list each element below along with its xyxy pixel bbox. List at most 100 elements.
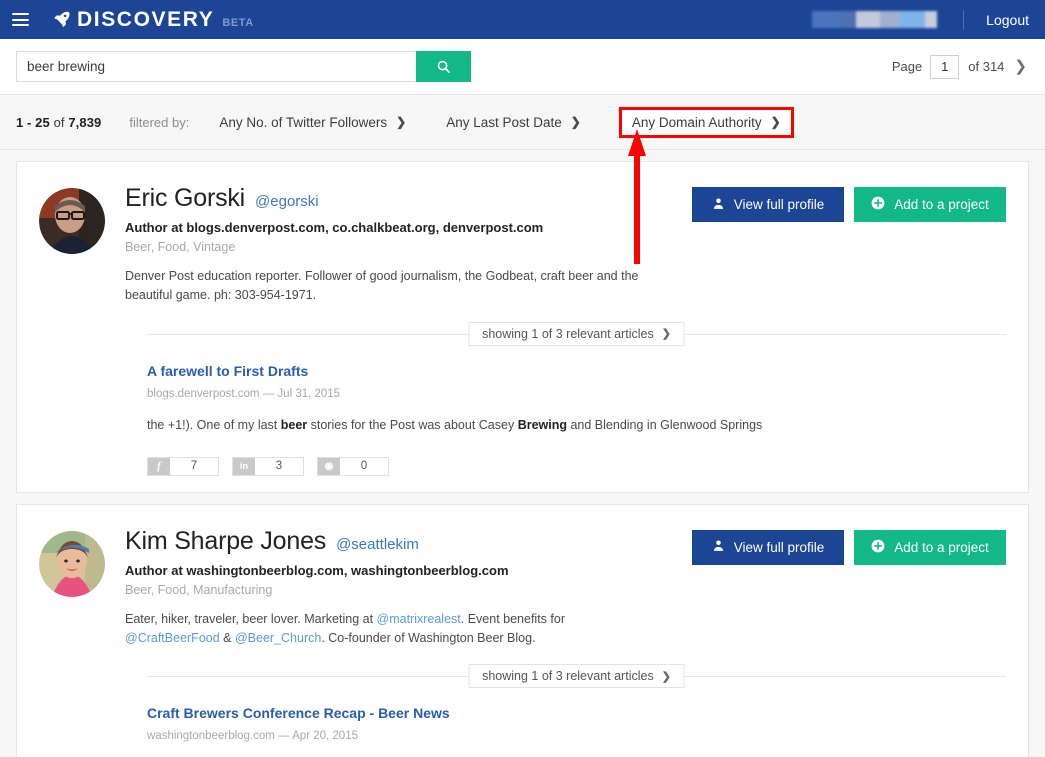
add-to-project-button[interactable]: Add to a project <box>854 529 1006 565</box>
article-source: washingtonbeerblog.com <box>147 730 275 743</box>
plus-circle-icon <box>871 196 885 213</box>
bio-post: . Co-founder of Washington Beer Blog. <box>321 630 536 645</box>
search-input[interactable] <box>16 51 416 82</box>
brand-logo[interactable]: DISCOVERY BETA <box>53 8 254 32</box>
user-icon <box>712 197 725 213</box>
article-title[interactable]: Craft Brewers Conference Recap - Beer Ne… <box>147 705 450 721</box>
profile-header: Kim Sharpe Jones @seattlekim Author at w… <box>39 527 1006 649</box>
share-facebook: f 7 <box>147 456 219 476</box>
profile-actions: View full profile Add to a project <box>692 184 1006 306</box>
snippet-pre: the +1!). One of my last <box>147 417 281 432</box>
result-total: 7,839 <box>68 114 102 130</box>
showing-articles-badge[interactable]: showing 1 of 3 relevant articles ❯ <box>468 321 685 346</box>
profile-header: Eric Gorski @egorski Author at blogs.den… <box>39 184 1006 306</box>
snippet-mid: stories for the Post was about Casey <box>307 417 518 432</box>
snippet-keyword-2: Brewing <box>517 417 567 432</box>
article-date: Apr 20, 2015 <box>292 730 358 743</box>
article-source: blogs.denverpost.com <box>147 387 260 400</box>
profile-handle[interactable]: @seattlekim <box>336 536 419 553</box>
page-label: Page <box>891 59 923 74</box>
profile-handle[interactable]: @egorski <box>255 193 319 210</box>
search-button[interactable] <box>416 51 471 82</box>
logout-link[interactable]: Logout <box>986 12 1029 28</box>
article-item: Craft Brewers Conference Recap - Beer Ne… <box>147 677 1006 757</box>
filter-last-post-date[interactable]: Any Last Post Date ❯ <box>434 108 593 137</box>
avatar[interactable] <box>39 530 105 597</box>
filtered-by-label: filtered by: <box>129 114 190 130</box>
profile-bio: Eater, hiker, traveler, beer lover. Mark… <box>125 610 645 649</box>
view-full-profile-label: View full profile <box>733 539 825 555</box>
meta-dash: — <box>278 730 290 743</box>
articles-divider: showing 1 of 3 relevant articles ❯ <box>147 321 1006 346</box>
filter-twitter-followers-label: Any No. of Twitter Followers <box>219 114 388 130</box>
article-meta: washingtonbeerblog.com — Apr 20, 2015 <box>147 730 1006 742</box>
articles-divider: showing 1 of 3 relevant articles ❯ <box>147 664 1006 689</box>
article-item: A farewell to First Drafts blogs.denverp… <box>147 335 1006 435</box>
result-card: Kim Sharpe Jones @seattlekim Author at w… <box>16 503 1029 757</box>
bio-mention-beerchurch[interactable]: @Beer_Church <box>235 631 321 645</box>
article-date: Jul 31, 2015 <box>277 387 341 400</box>
results-list: Eric Gorski @egorski Author at blogs.den… <box>0 150 1045 757</box>
top-navbar: DISCOVERY BETA Logout <box>0 0 1045 39</box>
chevron-right-icon: ❯ <box>661 670 671 683</box>
article-title[interactable]: A farewell to First Drafts <box>147 363 308 379</box>
user-icon <box>712 539 725 555</box>
share-counts: f 7 in 3 ◉ 0 <box>147 456 1006 476</box>
facebook-icon: f <box>148 457 170 475</box>
bio-mention-craftbeerfood[interactable]: @CraftBeerFood <box>125 631 220 645</box>
profile-author-line: Author at blogs.denverpost.com, co.chalk… <box>125 220 544 235</box>
view-full-profile-button[interactable]: View full profile <box>692 187 844 222</box>
add-to-project-label: Add to a project <box>894 197 989 212</box>
result-card: Eric Gorski @egorski Author at blogs.den… <box>16 161 1029 493</box>
profile-name: Eric Gorski <box>125 184 246 212</box>
add-to-project-button[interactable]: Add to a project <box>854 187 1006 222</box>
filter-domain-authority[interactable]: Any Domain Authority ❯ <box>618 106 794 138</box>
avatar[interactable] <box>39 188 105 254</box>
profile-bio: Denver Post education reporter. Follower… <box>125 269 639 303</box>
googleplus-share-count: 0 <box>340 457 388 475</box>
profile-author-line: Author at washingtonbeerblog.com, washin… <box>125 562 509 578</box>
filter-last-post-date-label: Any Last Post Date <box>446 114 562 130</box>
brand-name: DISCOVERY <box>77 7 215 31</box>
showing-articles-badge[interactable]: showing 1 of 3 relevant articles ❯ <box>468 664 685 689</box>
showing-articles-label: showing 1 of 3 relevant articles <box>482 669 654 684</box>
meta-dash: — <box>262 387 275 400</box>
bio-mention-matrixrealest[interactable]: @matrixrealest <box>377 612 461 626</box>
profile-name: Kim Sharpe Jones <box>125 526 327 555</box>
profile-info: Kim Sharpe Jones @seattlekim Author at w… <box>125 527 678 649</box>
share-googleplus: ◉ 0 <box>317 456 389 476</box>
pagination: Page of 314 ❯ <box>891 54 1027 79</box>
result-count: 1 - 25 of 7,839 <box>16 115 101 130</box>
hamburger-menu-icon[interactable] <box>12 13 29 26</box>
chevron-right-icon: ❯ <box>661 328 671 341</box>
plus-circle-icon <box>871 539 885 556</box>
profile-name-row: Eric Gorski @egorski <box>125 184 678 213</box>
view-full-profile-label: View full profile <box>733 197 825 212</box>
result-range: 1 - 25 <box>16 114 50 130</box>
filter-twitter-followers[interactable]: Any No. of Twitter Followers ❯ <box>207 108 418 137</box>
chevron-right-icon: ❯ <box>570 115 581 129</box>
profile-topics: Beer, Food, Vintage <box>125 240 236 254</box>
profile-actions: View full profile Add to a project <box>692 527 1006 649</box>
linkedin-share-count: 3 <box>255 457 303 475</box>
page-total-label: of 314 <box>968 59 1005 74</box>
showing-articles-label: showing 1 of 3 relevant articles <box>482 326 654 341</box>
search-bar: Page of 314 ❯ <box>0 39 1045 95</box>
search-form <box>16 51 471 82</box>
bio-pre: Eater, hiker, traveler, beer lover. Mark… <box>125 611 377 626</box>
rocket-icon <box>53 10 70 30</box>
view-full-profile-button[interactable]: View full profile <box>692 529 844 565</box>
search-icon <box>436 59 451 74</box>
snippet-keyword-1: beer <box>280 417 308 432</box>
share-linkedin: in 3 <box>232 456 304 476</box>
add-to-project-label: Add to a project <box>894 539 989 555</box>
next-page-button[interactable]: ❯ <box>1014 59 1027 74</box>
chevron-right-icon: ❯ <box>770 115 781 129</box>
filter-domain-authority-label: Any Domain Authority <box>631 114 762 130</box>
navbar-divider <box>963 9 965 30</box>
page-number-input[interactable] <box>930 54 960 79</box>
chevron-right-icon: ❯ <box>396 115 407 129</box>
profile-topics: Beer, Food, Manufacturing <box>125 582 273 597</box>
facebook-share-count: 7 <box>170 457 218 475</box>
bio-mid-2: & <box>219 630 235 645</box>
